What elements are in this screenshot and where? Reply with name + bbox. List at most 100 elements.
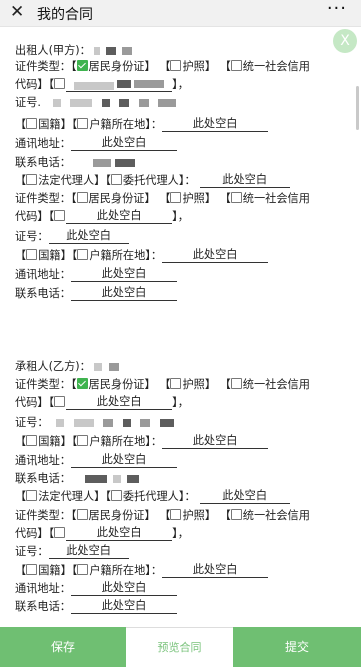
address-label: 通讯地址： — [15, 137, 71, 150]
bracket: 【 — [15, 490, 27, 503]
unified-code-checkbox[interactable] — [230, 60, 242, 71]
nationality-option: 国籍】【 — [38, 118, 78, 131]
redacted-phone — [114, 159, 135, 167]
agent-household-input[interactable]: 此处空白 — [162, 563, 269, 578]
agent-other-id-input[interactable]: 此处空白 — [66, 209, 173, 224]
agent-unified-code-checkbox[interactable] — [230, 192, 242, 203]
other-id-checkbox[interactable] — [54, 396, 66, 407]
redacted-name — [94, 363, 103, 371]
agent-id-no-label: 证号： — [15, 230, 49, 243]
household-checkbox[interactable] — [77, 118, 89, 129]
agent-name-input[interactable]: 此处空白 — [199, 489, 290, 504]
agent-address-input[interactable]: 此处空白 — [70, 581, 177, 596]
bracket-close: 】， — [172, 396, 189, 409]
agent-id-no-input[interactable]: 此处空白 — [48, 229, 129, 244]
household-input[interactable]: 此处空白 — [162, 434, 269, 449]
lessee-code-row: 代码】【 此处空白】， — [15, 395, 189, 411]
agent-name-input[interactable]: 此处空白 — [199, 173, 290, 188]
address-input[interactable]: 此处空白 — [70, 136, 177, 151]
legal-agent-option: 法定代理人】【 — [38, 490, 111, 503]
redacted-id — [101, 99, 110, 107]
agent-phone-label: 联系电话： — [15, 287, 71, 300]
agent-phone-input[interactable]: 此处空白 — [70, 286, 177, 301]
redacted-name — [121, 47, 132, 55]
household-option: 户籍所在地】： — [89, 118, 163, 131]
passport-checkbox[interactable] — [170, 378, 182, 389]
redacted-name — [105, 47, 116, 55]
lessee-id-no-row: 证号： — [15, 415, 174, 431]
redacted-name — [108, 363, 119, 371]
agent-address-input[interactable]: 此处空白 — [70, 267, 177, 282]
close-icon[interactable]: ✕ — [10, 2, 24, 22]
page-title: 我的合同 — [37, 7, 93, 23]
agent-household-input[interactable]: 此处空白 — [162, 248, 269, 263]
bracket: 【 — [159, 509, 171, 522]
bracket-close: 】， — [172, 210, 189, 223]
entrusted-agent-checkbox[interactable] — [110, 490, 122, 501]
entrusted-agent-checkbox[interactable] — [110, 174, 122, 185]
redacted-id — [140, 419, 151, 427]
agent-nationality-checkbox[interactable] — [26, 249, 38, 260]
id-card-checkbox[interactable] — [76, 60, 88, 71]
bracket: 【 — [15, 564, 27, 577]
agent-id-card-option: 居民身份证】 — [88, 192, 156, 205]
redacted-value — [74, 81, 115, 90]
redacted-value — [134, 80, 165, 88]
agent-nationality-checkbox[interactable] — [26, 564, 38, 575]
household-checkbox[interactable] — [77, 435, 89, 446]
more-menu-icon[interactable]: ··· — [327, 0, 347, 18]
preview-contract-button[interactable]: 预览合同 — [126, 627, 233, 668]
legal-agent-checkbox[interactable] — [26, 490, 38, 501]
other-id-input[interactable] — [66, 77, 173, 92]
agent-id-card-checkbox[interactable] — [76, 509, 88, 520]
id-no-label: 证号： — [15, 416, 49, 429]
redacted-phone — [112, 475, 121, 483]
agent-passport-checkbox[interactable] — [170, 509, 182, 520]
unified-code-checkbox[interactable] — [230, 378, 242, 389]
agent-other-id-input[interactable]: 此处空白 — [66, 526, 173, 541]
legal-agent-checkbox[interactable] — [26, 174, 38, 185]
address-input[interactable]: 此处空白 — [70, 453, 177, 468]
lessee-address-row: 通讯地址： 此处空白 — [15, 453, 177, 469]
agent-id-no-input[interactable]: 此处空白 — [48, 544, 129, 559]
lessee-heading: 承租人(乙方)： — [15, 360, 91, 373]
unified-code-option: 统一社会信用 — [242, 60, 310, 73]
passport-checkbox[interactable] — [170, 60, 182, 71]
bottom-action-bar: 保存 预览合同 提交 — [0, 627, 361, 668]
agent-other-id-checkbox[interactable] — [54, 210, 66, 221]
agent-phone-input[interactable]: 此处空白 — [70, 599, 177, 614]
agent-household-checkbox[interactable] — [77, 564, 89, 575]
nationality-checkbox[interactable] — [26, 118, 38, 129]
redacted-id — [103, 419, 114, 427]
household-input[interactable]: 此处空白 — [162, 117, 269, 132]
agent-other-id-checkbox[interactable] — [54, 527, 66, 538]
redacted-id — [52, 99, 61, 107]
bracket: 【 — [159, 192, 171, 205]
floating-close-button[interactable]: X — [333, 29, 357, 53]
agent-id-type-label: 证件类型： — [15, 509, 71, 522]
scrollbar[interactable] — [356, 86, 359, 130]
bracket: 【 — [219, 192, 231, 205]
save-button[interactable]: 保存 — [0, 627, 126, 667]
lessor-agent-nationality-row: 【国籍】【 户籍所在地】： 此处空白 — [15, 248, 269, 264]
agent-household-checkbox[interactable] — [77, 249, 89, 260]
lessee-agent-id-no-row: 证号： 此处空白 — [15, 544, 129, 560]
nationality-checkbox[interactable] — [26, 435, 38, 446]
agent-unified-code-checkbox[interactable] — [230, 509, 242, 520]
household-option: 户籍所在地】： — [89, 435, 163, 448]
agent-id-card-checkbox[interactable] — [76, 192, 88, 203]
unified-code-option-cont: 代码】【 — [15, 396, 55, 409]
agent-phone-label: 联系电话： — [15, 600, 71, 613]
other-id-input[interactable]: 此处空白 — [66, 395, 173, 410]
lessor-agent-code-row: 代码】【 此处空白】， — [15, 209, 189, 225]
redacted-id — [70, 99, 93, 107]
submit-button[interactable]: 提交 — [233, 627, 361, 667]
id-card-checkbox[interactable] — [76, 378, 88, 389]
agent-passport-checkbox[interactable] — [170, 192, 182, 203]
id-card-option: 居民身份证】 — [88, 378, 156, 391]
lessee-heading-row: 承租人(乙方)： — [15, 359, 119, 375]
unified-code-option-cont: 代码】【 — [15, 78, 55, 91]
other-id-checkbox[interactable] — [54, 78, 66, 89]
agent-household-option: 户籍所在地】： — [89, 249, 163, 262]
address-label: 通讯地址： — [15, 454, 71, 467]
